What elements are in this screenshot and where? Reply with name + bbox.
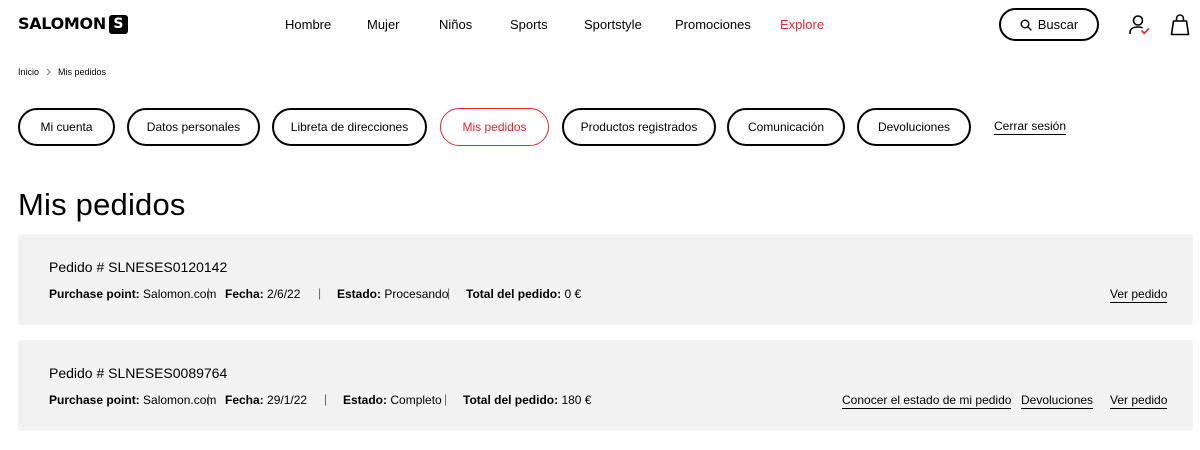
divider: |	[447, 286, 451, 300]
chevron-right-icon	[46, 68, 51, 76]
search-button[interactable]: Buscar	[999, 8, 1099, 41]
order-status: Estado: Procesando	[337, 287, 449, 301]
order-total: Total del pedido: 180 €	[463, 393, 592, 407]
divider: |	[324, 392, 328, 406]
breadcrumb-inicio[interactable]: Inicio	[18, 66, 39, 78]
divider: |	[318, 286, 322, 300]
order-date: Fecha: 29/1/22	[225, 393, 308, 407]
nav-promociones[interactable]: Promociones	[675, 16, 751, 34]
search-label: Buscar	[1037, 17, 1079, 32]
order-number: Pedido # SLNESES0089764	[49, 365, 228, 381]
order-total: Total del pedido: 0 €	[466, 287, 582, 301]
tab-devoluciones[interactable]: Devoluciones	[857, 108, 971, 146]
view-order-link[interactable]: Ver pedido	[1110, 393, 1168, 409]
salomon-logo[interactable]: SALOMON S	[18, 14, 128, 34]
order-purchase-point: Purchase point: Salomon.com	[49, 393, 217, 407]
tab-comunicacion[interactable]: Comunicación	[727, 108, 845, 146]
logout-link[interactable]: Cerrar sesión	[994, 119, 1067, 135]
nav-explore[interactable]: Explore	[780, 16, 824, 34]
logo-text: SALOMON	[18, 14, 106, 33]
order-date: Fecha: 2/6/22	[225, 287, 301, 301]
order-number: Pedido # SLNESES0120142	[49, 259, 228, 275]
nav-sportstyle[interactable]: Sportstyle	[584, 16, 642, 34]
account-user-icon[interactable]	[1128, 14, 1150, 36]
search-icon	[1020, 19, 1032, 31]
divider: |	[207, 392, 211, 406]
breadcrumb-current: Mis pedidos	[58, 67, 107, 77]
shopping-bag-icon[interactable]	[1170, 14, 1190, 36]
tab-mis-pedidos[interactable]: Mis pedidos	[440, 108, 549, 146]
order-status: Estado: Completo	[343, 393, 442, 407]
nav-hombre[interactable]: Hombre	[285, 16, 331, 34]
breadcrumb: Inicio Mis pedidos	[18, 66, 106, 78]
tab-productos-registrados[interactable]: Productos registrados	[562, 108, 716, 146]
page-title: Mis pedidos	[18, 187, 186, 222]
tab-mi-cuenta[interactable]: Mi cuenta	[18, 108, 115, 146]
site-header: SALOMON S Hombre Mujer Niños Sports Spor…	[0, 0, 1200, 50]
order-card: Pedido # SLNESES0120142 Purchase point: …	[18, 234, 1193, 325]
logo-mark-icon: S	[108, 14, 128, 34]
nav-ninos[interactable]: Niños	[439, 16, 472, 34]
divider: |	[207, 286, 211, 300]
returns-link[interactable]: Devoluciones	[1021, 393, 1094, 409]
order-card: Pedido # SLNESES0089764 Purchase point: …	[18, 340, 1193, 431]
nav-mujer[interactable]: Mujer	[367, 16, 400, 34]
order-purchase-point: Purchase point: Salomon.com	[49, 287, 217, 301]
view-order-link[interactable]: Ver pedido	[1110, 287, 1168, 303]
divider: |	[444, 392, 448, 406]
track-order-link[interactable]: Conocer el estado de mi pedido	[842, 393, 1012, 409]
nav-sports[interactable]: Sports	[510, 16, 548, 34]
tab-datos-personales[interactable]: Datos personales	[127, 108, 260, 146]
tab-libreta-direcciones[interactable]: Libreta de direcciones	[272, 108, 427, 146]
